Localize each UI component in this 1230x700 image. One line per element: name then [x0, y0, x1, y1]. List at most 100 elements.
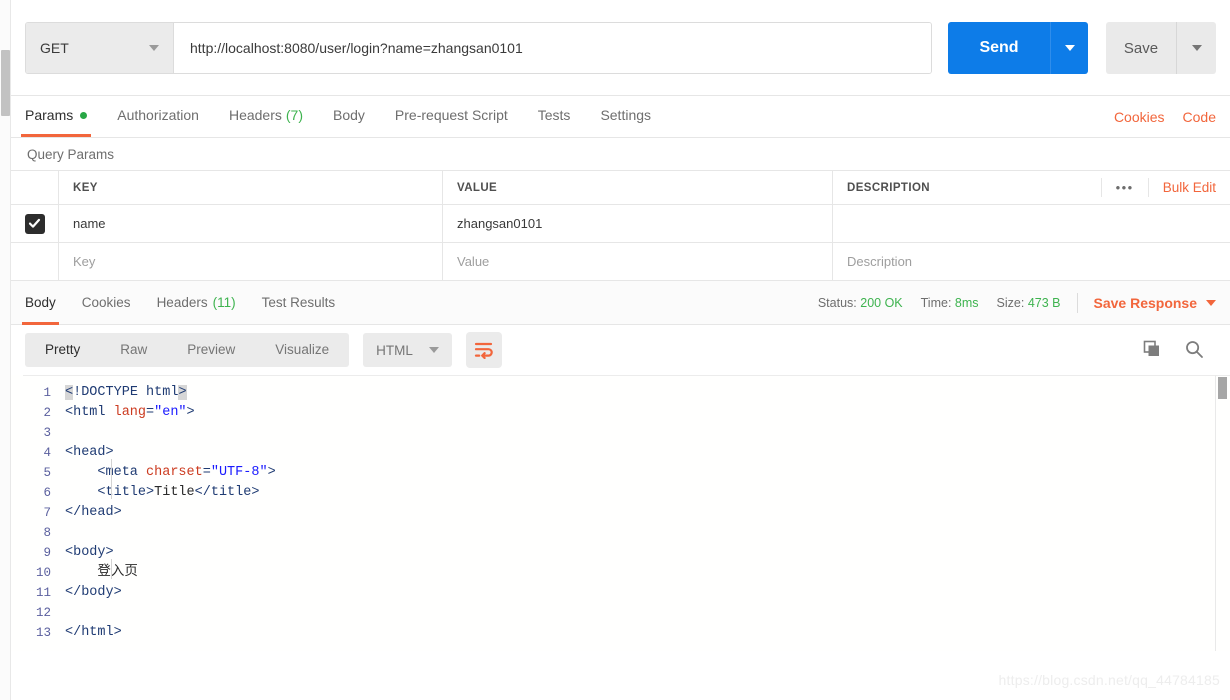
save-response-button[interactable]: Save Response — [1094, 295, 1216, 311]
word-wrap-button[interactable] — [465, 332, 502, 368]
response-tab-body[interactable]: Body — [22, 281, 59, 325]
bulk-edit-button[interactable]: Bulk Edit — [1147, 177, 1230, 198]
method-url-group: GET http://localhost:8080/user/login?nam… — [25, 22, 932, 74]
code-line: 5 <meta charset="UTF-8"> — [11, 463, 1230, 483]
code-line: 1 <!DOCTYPE html> — [11, 383, 1230, 403]
code-line-content: <head> — [65, 443, 114, 463]
url-bar: GET http://localhost:8080/user/login?nam… — [11, 0, 1230, 96]
code-scrollbar-thumb[interactable] — [1218, 377, 1227, 399]
row-enabled-checkbox[interactable] — [24, 213, 45, 234]
code-token: <title> — [65, 485, 155, 500]
code-line-number: 3 — [43, 426, 51, 440]
tab-authorization[interactable]: Authorization — [117, 96, 199, 137]
watermark: https://blog.csdn.net/qq_44784185 — [998, 672, 1220, 688]
response-meta: Status: 200 OK Time: 8ms Size: 473 B Sav… — [800, 292, 1216, 313]
response-size-value: 473 B — [1027, 295, 1061, 310]
response-tab-test-results[interactable]: Test Results — [262, 281, 336, 325]
code-line: 7 </head> — [11, 503, 1230, 523]
table-row-empty: Key Value Description — [11, 243, 1230, 281]
view-mode-preview[interactable]: Preview — [167, 333, 255, 367]
response-tab-cookies[interactable]: Cookies — [82, 281, 131, 325]
word-wrap-icon — [474, 342, 493, 359]
request-tabs-right-links: Cookies Code — [1096, 96, 1216, 137]
tab-body-label: Body — [333, 107, 365, 123]
code-token: <meta — [65, 465, 147, 480]
code-line-content: <meta charset="UTF-8"> — [65, 463, 275, 483]
chevron-down-icon — [1191, 45, 1202, 51]
http-method-select[interactable]: GET — [26, 23, 174, 73]
save-options-button[interactable] — [1176, 22, 1216, 74]
url-input[interactable]: http://localhost:8080/user/login?name=zh… — [174, 23, 931, 73]
tab-headers[interactable]: Headers (7) — [229, 96, 303, 137]
response-status-label: Status: — [817, 295, 857, 310]
search-button[interactable] — [1184, 339, 1204, 362]
code-token: </body> — [65, 585, 122, 600]
save-button[interactable]: Save — [1106, 22, 1176, 74]
view-mode-visualize[interactable]: Visualize — [255, 333, 349, 367]
code-link[interactable]: Code — [1183, 109, 1216, 125]
code-line-number: 7 — [43, 506, 51, 520]
empty-row-checkbox-cell — [11, 243, 59, 280]
code-line-content: </head> — [65, 503, 122, 523]
empty-row-value-input[interactable]: Value — [443, 243, 833, 280]
send-button[interactable]: Send — [948, 22, 1050, 74]
code-line: 6 <title>Title</title> — [11, 483, 1230, 503]
row-key-input[interactable]: name — [59, 205, 443, 242]
column-header-description: DESCRIPTION — [847, 181, 930, 194]
copy-button[interactable] — [1142, 339, 1162, 362]
code-lines: 1 <!DOCTYPE html> 2 <html lang="en"> 3 4 <head… — [11, 375, 1230, 643]
code-line: 13 </html> — [11, 623, 1230, 643]
tab-settings[interactable]: Settings — [600, 96, 651, 137]
http-method-label: GET — [40, 40, 69, 56]
response-body-toolbar: Pretty Raw Preview Visualize HTML — [11, 325, 1230, 375]
view-mode-group: Pretty Raw Preview Visualize — [25, 333, 350, 367]
tab-pre-request-script[interactable]: Pre-request Script — [395, 96, 508, 137]
view-mode-raw[interactable]: Raw — [100, 333, 167, 367]
response-status-value: 200 OK — [860, 295, 903, 310]
tab-pre-request-script-label: Pre-request Script — [394, 107, 508, 123]
empty-row-description-input[interactable]: Description — [833, 243, 1230, 280]
code-token: <head> — [65, 445, 114, 460]
row-description-input[interactable] — [833, 205, 1230, 242]
response-tab-cookies-label: Cookies — [81, 295, 131, 310]
indent-guide — [111, 459, 112, 499]
chevron-down-icon — [1206, 299, 1216, 306]
code-line: 10 登入页 — [11, 563, 1230, 583]
tab-params[interactable]: Params — [20, 96, 92, 137]
table-header-row: KEY VALUE DESCRIPTION ••• Bulk Edit — [11, 171, 1230, 205]
response-tab-headers[interactable]: Headers (11) — [157, 281, 236, 325]
cookies-link[interactable]: Cookies — [1114, 109, 1165, 125]
row-value-value: zhangsan0101 — [457, 216, 543, 231]
row-value-input[interactable]: zhangsan0101 — [443, 205, 833, 242]
code-line: 2 <html lang="en"> — [11, 403, 1230, 423]
code-line-number: 1 — [43, 386, 51, 400]
window-scrollbar-track[interactable] — [0, 0, 11, 700]
response-code-viewer[interactable]: 1 <!DOCTYPE html> 2 <html lang="en"> 3 4 <head… — [11, 375, 1230, 651]
chevron-down-icon — [1064, 45, 1075, 51]
response-body-tools — [1142, 339, 1216, 362]
tab-body[interactable]: Body — [333, 96, 365, 137]
code-token: lang — [113, 405, 147, 420]
query-params-title: Query Params — [27, 146, 115, 162]
url-text: http://localhost:8080/user/login?name=zh… — [190, 40, 523, 56]
code-token: 登入页 — [65, 565, 138, 580]
tab-settings-label: Settings — [600, 107, 652, 123]
params-modified-dot-icon — [80, 111, 88, 119]
tab-headers-count: (7) — [285, 107, 303, 123]
window-scrollbar-thumb[interactable] — [1, 50, 10, 116]
code-top-divider — [23, 375, 1230, 376]
code-line-number: 9 — [43, 546, 51, 560]
format-select[interactable]: HTML — [363, 333, 452, 367]
code-line: 12 — [11, 603, 1230, 623]
search-icon — [1186, 340, 1203, 358]
empty-row-key-input[interactable]: Key — [59, 243, 443, 280]
tab-tests[interactable]: Tests — [538, 96, 571, 137]
view-mode-pretty[interactable]: Pretty — [25, 333, 100, 367]
code-scrollbar-track[interactable] — [1216, 375, 1230, 651]
code-token: Title — [154, 485, 195, 500]
code-token: "en" — [154, 405, 187, 420]
ellipsis-icon[interactable]: ••• — [1100, 177, 1148, 198]
code-token: </html> — [65, 625, 122, 640]
code-token: charset — [146, 465, 203, 480]
send-options-button[interactable] — [1050, 22, 1088, 74]
